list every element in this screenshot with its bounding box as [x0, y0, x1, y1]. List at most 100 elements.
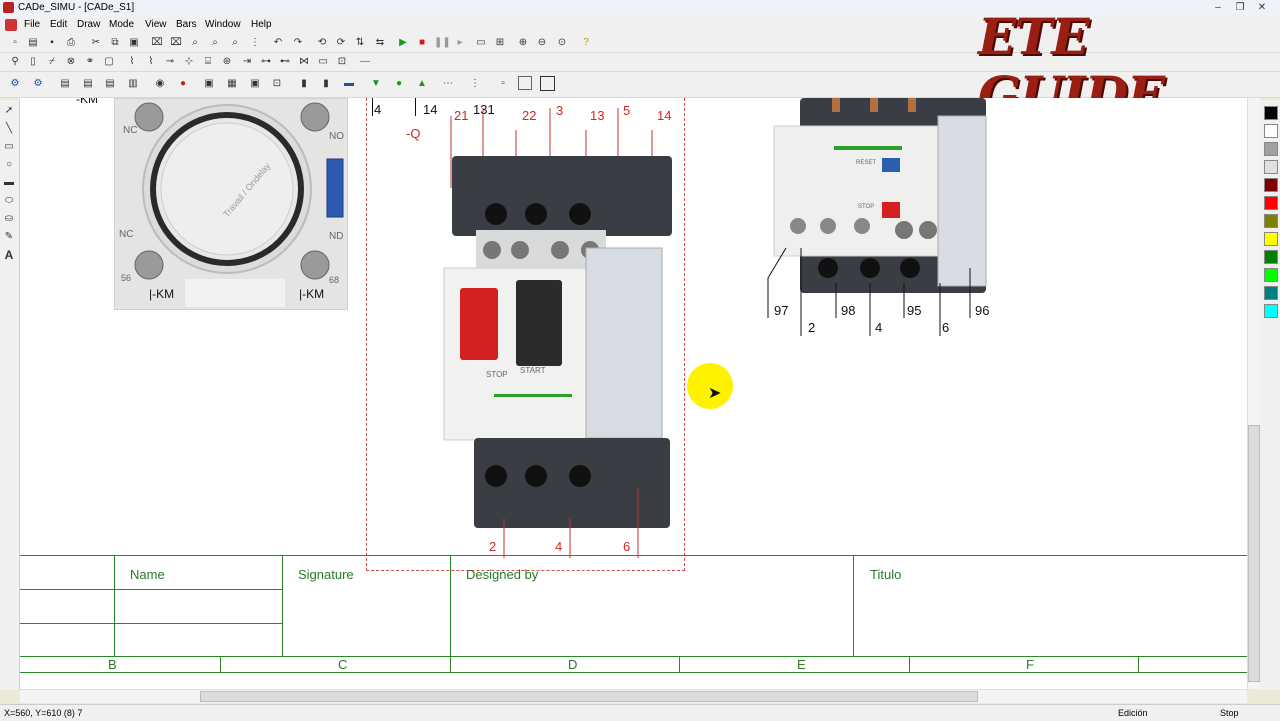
cylinder-icon[interactable]: ▭	[316, 55, 330, 69]
color-swatch[interactable]	[1264, 250, 1278, 264]
terminal-block-icon[interactable]: ▥	[126, 77, 140, 91]
contact-no-icon[interactable]: ⌇	[125, 55, 139, 69]
contactor-icon[interactable]: ▤	[58, 77, 72, 91]
plc-output-icon[interactable]: ▬	[342, 77, 356, 91]
green-lamp-icon[interactable]: ●	[392, 77, 406, 91]
copy-icon[interactable]: ⧉	[108, 36, 122, 50]
frame-icon[interactable]	[540, 76, 555, 91]
color-swatch[interactable]	[1264, 232, 1278, 246]
color-swatch[interactable]	[1264, 142, 1278, 156]
mirror-icon[interactable]: ⇆	[373, 36, 387, 50]
sensor-inductive-icon[interactable]: ▼	[369, 77, 383, 91]
window-icon[interactable]: ▭	[474, 36, 488, 50]
group-icon[interactable]: ⌧	[150, 36, 164, 50]
auxiliary-icon[interactable]: ▤	[103, 77, 117, 91]
color-swatch[interactable]	[1264, 304, 1278, 318]
motor-1ph-icon[interactable]: ⚙	[31, 77, 45, 91]
pushbutton-icon[interactable]: ⊸	[163, 55, 177, 69]
fit-icon[interactable]: ⊞	[493, 36, 507, 50]
overload-icon[interactable]: ▤	[81, 77, 95, 91]
redo-icon[interactable]: ↷	[291, 36, 305, 50]
menu-file[interactable]: File	[24, 19, 40, 30]
cut-icon[interactable]: ✂	[89, 36, 103, 50]
paste-icon[interactable]: ▣	[127, 36, 141, 50]
overload-relay-image[interactable]	[766, 98, 996, 338]
line-icon[interactable]: ╲	[2, 122, 16, 136]
color-swatch[interactable]	[1264, 268, 1278, 282]
contact-nc-icon[interactable]: ⌇	[144, 55, 158, 69]
small-box-icon[interactable]: ▫	[496, 77, 510, 91]
fuse-icon[interactable]: ▯	[26, 55, 40, 69]
selector-icon[interactable]: ▦	[225, 77, 239, 91]
indicator-icon[interactable]: ◉	[153, 77, 167, 91]
rotate-left-icon[interactable]: ⟲	[315, 36, 329, 50]
undo-icon[interactable]: ↶	[271, 36, 285, 50]
meter-icon[interactable]: ⊡	[270, 77, 284, 91]
color-swatch[interactable]	[1264, 286, 1278, 300]
pen-icon[interactable]: ✎	[2, 230, 16, 244]
valve-icon[interactable]: ⋈	[297, 55, 311, 69]
zoom-in-icon[interactable]: ⊕	[516, 36, 530, 50]
replace-icon[interactable]: ⌕	[228, 36, 242, 50]
grid-icon[interactable]: ⋮	[248, 36, 262, 50]
new-icon[interactable]: ▫	[8, 36, 22, 50]
menu-view[interactable]: View	[145, 19, 167, 30]
menu-bars[interactable]: Bars	[176, 19, 197, 30]
timer-icon[interactable]: ⊹	[182, 55, 196, 69]
sensor-icon[interactable]: ⌸	[201, 55, 215, 69]
color-swatch[interactable]	[1264, 124, 1278, 138]
timer-module-image[interactable]: NC NO NC ND 56 68 Travail / Ondelay |-KM…	[114, 98, 348, 310]
color-swatch[interactable]	[1264, 214, 1278, 228]
zoom-out-icon[interactable]: ⊖	[535, 36, 549, 50]
drawing-canvas[interactable]: -KM NC NO NC ND 56 68 Travail / Ondelay …	[20, 98, 1247, 689]
rectangle-icon[interactable]	[518, 76, 532, 90]
pointer-icon[interactable]: ➚	[2, 104, 16, 118]
lamp-icon[interactable]: ⊛	[220, 55, 234, 69]
emergency-stop-icon[interactable]: ●	[176, 77, 190, 91]
step-icon[interactable]: ▸	[453, 36, 467, 50]
find-icon[interactable]: ⌕	[188, 36, 202, 50]
flip-icon[interactable]: ⇅	[353, 36, 367, 50]
wire-icon[interactable]: ⇥	[240, 55, 254, 69]
plc-icon[interactable]: ▮	[297, 77, 311, 91]
color-swatch[interactable]	[1264, 106, 1278, 120]
play-icon[interactable]: ▶	[396, 36, 410, 50]
color-swatch[interactable]	[1264, 178, 1278, 192]
menu-mode[interactable]: Mode	[109, 19, 134, 30]
display-icon[interactable]: ⊡	[335, 55, 349, 69]
rail-icon[interactable]: ⋯	[441, 77, 455, 91]
ungroup-icon[interactable]: ⌧	[169, 36, 183, 50]
find-next-icon[interactable]: ⌕	[208, 36, 222, 50]
breaker-icon[interactable]: ⌿	[45, 55, 59, 69]
fill-icon[interactable]: ⛀	[2, 212, 16, 226]
ellipse-icon[interactable]: ○	[2, 158, 16, 172]
coil-icon[interactable]: ▢	[102, 55, 116, 69]
line-tool-icon[interactable]: —	[358, 55, 372, 69]
pause-icon[interactable]: ❚❚	[434, 36, 451, 50]
terminal-icon[interactable]: ⊶	[259, 55, 273, 69]
save-icon[interactable]: ▪	[45, 36, 59, 50]
rectangle-tool-icon[interactable]: ▭	[2, 140, 16, 154]
help-icon[interactable]: ?	[579, 36, 593, 50]
motor-breaker-image[interactable]	[420, 108, 680, 558]
stop-icon[interactable]: ■	[415, 36, 429, 50]
menu-help[interactable]: Help	[251, 19, 272, 30]
switch-icon[interactable]: ▣	[202, 77, 216, 91]
button-block-icon[interactable]: ▣	[248, 77, 262, 91]
motor-icon[interactable]: ⊗	[64, 55, 78, 69]
power-supply-icon[interactable]: ⚲	[8, 55, 22, 69]
zoom-icon[interactable]: ⊙	[555, 36, 569, 50]
menu-window[interactable]: Window	[205, 19, 241, 30]
text-tool-icon[interactable]: A	[2, 248, 16, 262]
relay-icon[interactable]: ⚭	[83, 55, 97, 69]
open-icon[interactable]: ▤	[26, 36, 40, 50]
menu-draw[interactable]: Draw	[77, 19, 100, 30]
motor-3ph-icon[interactable]: ⚙	[8, 77, 22, 91]
horizontal-scroll-thumb[interactable]	[200, 691, 978, 702]
menu-edit[interactable]: Edit	[50, 19, 67, 30]
bell-icon[interactable]: ▲	[415, 77, 429, 91]
vertical-scroll-thumb[interactable]	[1248, 425, 1260, 682]
color-swatch[interactable]	[1264, 160, 1278, 174]
filled-rectangle-icon[interactable]: ▬	[2, 176, 16, 190]
cable-icon[interactable]: ⋮	[468, 77, 482, 91]
